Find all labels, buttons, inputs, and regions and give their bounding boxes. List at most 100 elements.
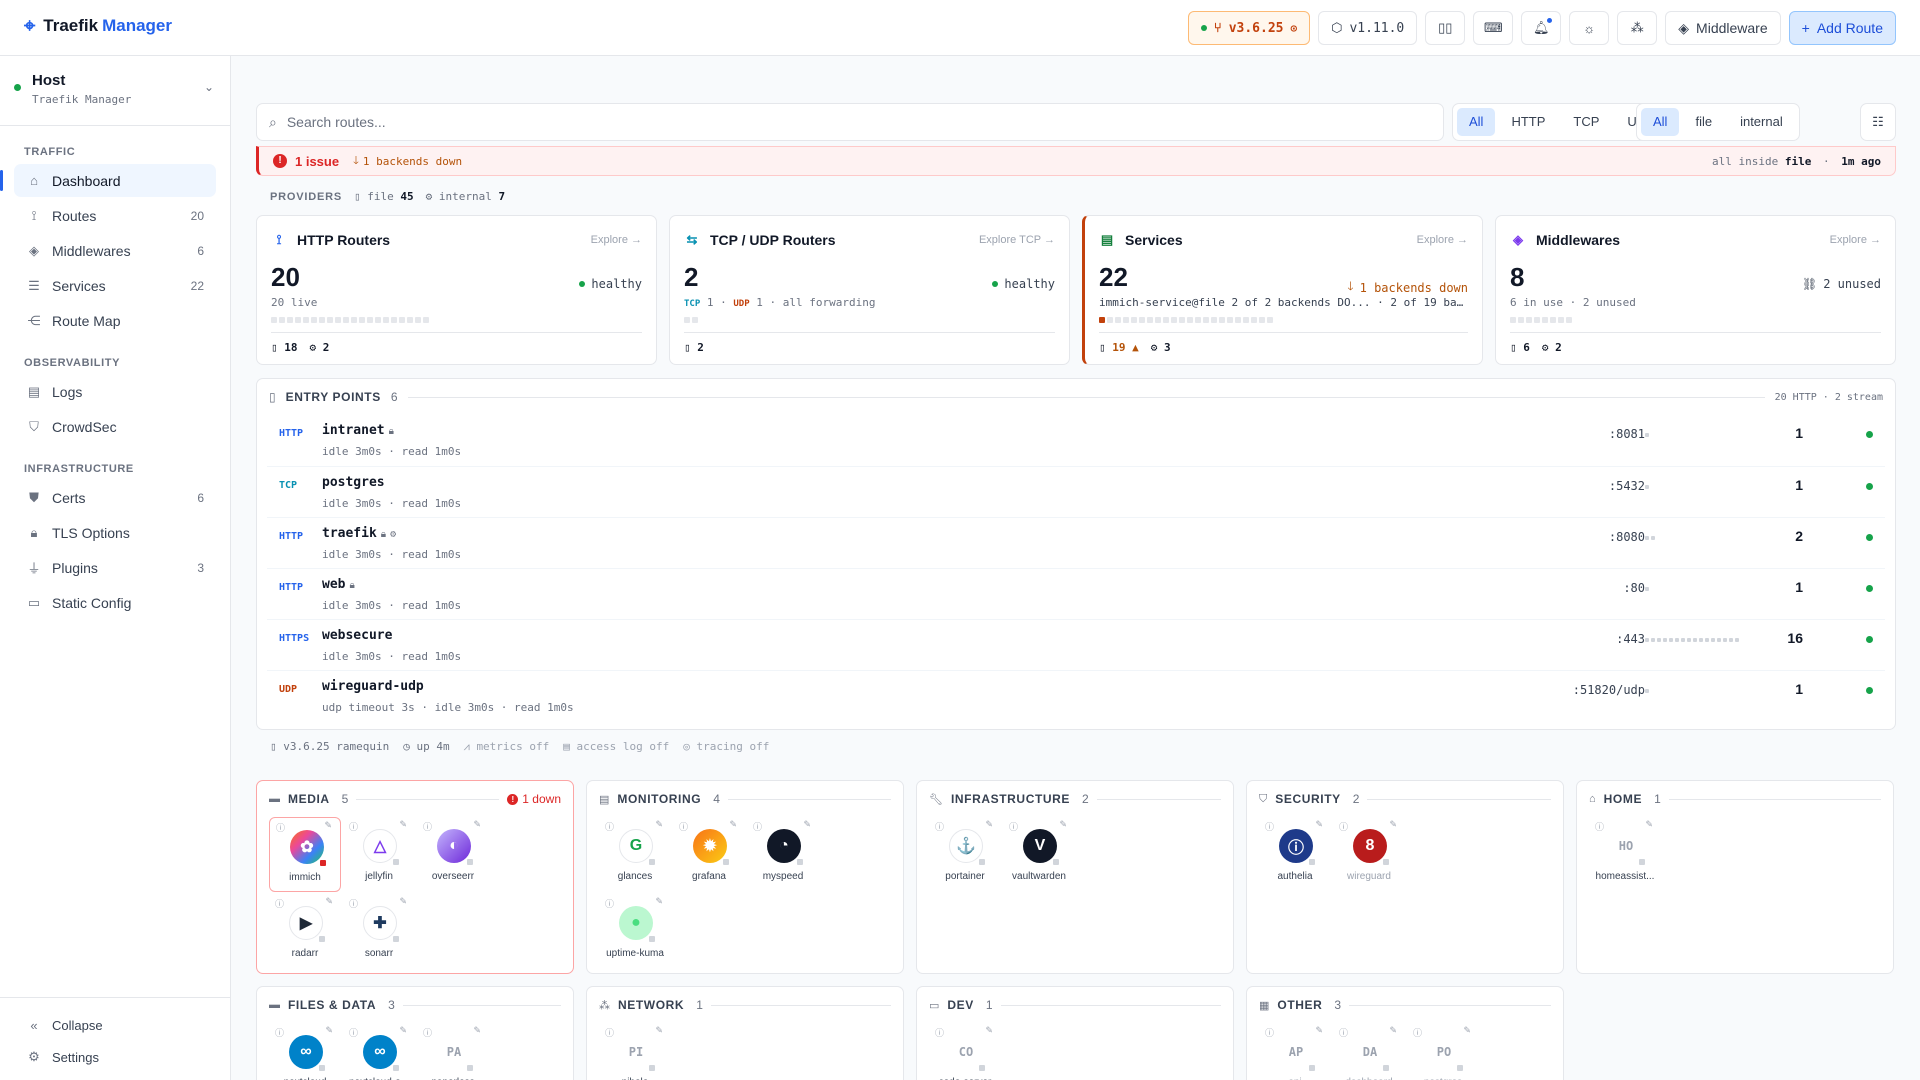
service-tile[interactable]: ⓘ ✎ △ jellyfin: [343, 817, 415, 892]
docs-button[interactable]: ▯▯: [1425, 11, 1466, 45]
edit-icon[interactable]: ✎: [655, 896, 663, 907]
info-icon[interactable]: ⓘ: [423, 1026, 432, 1039]
sidebar-item-certs[interactable]: ⛊ Certs 6: [14, 481, 216, 514]
sidebar-item-crowdsec[interactable]: ⛉ CrowdSec: [14, 410, 216, 443]
edit-icon[interactable]: ✎: [1389, 1025, 1397, 1036]
edit-icon[interactable]: ✎: [985, 819, 993, 830]
info-icon[interactable]: ⓘ: [605, 820, 614, 833]
edit-icon[interactable]: ✎: [325, 1025, 333, 1036]
host-selector[interactable]: Host Traefik Manager ⌄: [0, 56, 230, 126]
edit-icon[interactable]: ✎: [1389, 819, 1397, 830]
explore-link[interactable]: Explore →: [1417, 234, 1468, 246]
filter-protocol-http[interactable]: HTTP: [1499, 108, 1557, 136]
info-icon[interactable]: ⓘ: [349, 820, 358, 833]
service-tile[interactable]: ⓘ✎DAdashboard: [1333, 1023, 1405, 1080]
entry-point-row[interactable]: HTTP intranet 🔒︎ idle 3m0s · read 1m0s:8081…: [267, 415, 1885, 466]
service-tile[interactable]: ⓘ ✎ ● uptime-kuma: [599, 894, 671, 969]
service-tile[interactable]: ⓘ ✎ 8 wireguard: [1333, 817, 1405, 892]
entry-point-row[interactable]: HTTPS websecure idle 3m0s · read 1m0s:443 1…: [267, 619, 1885, 670]
filter-settings-button[interactable]: ☷: [1860, 103, 1896, 141]
service-tile[interactable]: ⓘ✎∞nextcloud: [269, 1023, 341, 1080]
edit-icon[interactable]: ✎: [399, 1025, 407, 1036]
brand[interactable]: ⌖ Traefik Manager: [24, 16, 172, 36]
service-tile[interactable]: ⓘ ✎ ✿ immich: [269, 817, 341, 892]
edit-icon[interactable]: ✎: [1059, 819, 1067, 830]
edit-icon[interactable]: ✎: [399, 819, 407, 830]
service-tile[interactable]: ⓘ ✎ ◔ myspeed: [747, 817, 819, 892]
search-input[interactable]: ⌕ Search routes...: [256, 103, 1444, 141]
topology-button[interactable]: ⁂: [1617, 11, 1658, 45]
info-icon[interactable]: ⓘ: [1595, 820, 1604, 833]
service-tile[interactable]: ⓘ✎PApaperless: [417, 1023, 489, 1080]
edit-icon[interactable]: ✎: [655, 1025, 663, 1036]
notifications-button[interactable]: 🔔︎: [1521, 11, 1562, 45]
info-icon[interactable]: ⓘ: [1265, 820, 1274, 833]
info-icon[interactable]: ⓘ: [275, 1026, 284, 1039]
entry-point-row[interactable]: HTTP traefik 🔒︎ ⚙ idle 3m0s · read 1m0s:8080…: [267, 517, 1885, 568]
sidebar-item-middlewares[interactable]: ◈ Middlewares 6: [14, 234, 216, 267]
edit-icon[interactable]: ✎: [324, 820, 332, 831]
edit-icon[interactable]: ✎: [1463, 1025, 1471, 1036]
service-tile[interactable]: ⓘ✎∞nextcloud-o...: [343, 1023, 415, 1080]
traefik-version-badge[interactable]: ⑂ v3.6.25 ⊙: [1187, 11, 1311, 45]
info-icon[interactable]: ⓘ: [1339, 820, 1348, 833]
middlewares-card[interactable]: ◈ Middlewares Explore → 8 ⛓ 2 unused 6 in…: [1495, 215, 1896, 365]
issue-banner[interactable]: ! 1 issue 🡓 1 backends down all inside f…: [256, 146, 1896, 176]
edit-icon[interactable]: ✎: [655, 819, 663, 830]
sidebar-item-routes[interactable]: ⟟ Routes 20: [14, 199, 216, 232]
service-tile[interactable]: ⓘ ✎ Vvaultwarden: [1003, 817, 1075, 892]
entry-point-row[interactable]: TCP postgres idle 3m0s · read 1m0s:5432 1: [267, 466, 1885, 517]
service-tile[interactable]: ⓘ ✎ ✹ grafana: [673, 817, 745, 892]
info-icon[interactable]: ⓘ: [679, 820, 688, 833]
tcp-udp-routers-card[interactable]: ⇆ TCP / UDP Routers Explore TCP → 2 heal…: [669, 215, 1070, 365]
service-tile[interactable]: ⓘ✎PIpihole: [599, 1023, 671, 1080]
service-tile[interactable]: ⓘ ✎ ⚓ portainer: [929, 817, 1001, 892]
info-icon[interactable]: ⓘ: [935, 1026, 944, 1039]
explore-link[interactable]: Explore TCP →: [979, 234, 1055, 246]
provider-internal[interactable]: ⚙ internal 7: [426, 190, 505, 203]
edit-icon[interactable]: ✎: [1315, 819, 1323, 830]
edit-icon[interactable]: ✎: [803, 819, 811, 830]
sidebar-item-dashboard[interactable]: ⌂ Dashboard: [0, 164, 216, 197]
info-icon[interactable]: ⓘ: [276, 821, 285, 834]
edit-icon[interactable]: ✎: [473, 1025, 481, 1036]
service-tile[interactable]: ⓘ ✎ HO homeassist...: [1589, 817, 1661, 892]
info-icon[interactable]: ⓘ: [935, 820, 944, 833]
http-routers-card[interactable]: ⟟ HTTP Routers Explore → 20 healthy 20 l…: [256, 215, 657, 365]
info-icon[interactable]: ⓘ: [753, 820, 762, 833]
service-tile[interactable]: ⓘ✎APapi: [1259, 1023, 1331, 1080]
info-icon[interactable]: ⓘ: [1339, 1026, 1348, 1039]
collapse-button[interactable]: « Collapse: [14, 1010, 216, 1040]
edit-icon[interactable]: ✎: [473, 819, 481, 830]
sidebar-item-services[interactable]: ☰ Services 22: [14, 269, 216, 302]
keyboard-button[interactable]: ⌨: [1473, 11, 1514, 45]
edit-icon[interactable]: ✎: [985, 1025, 993, 1036]
filter-provider-file[interactable]: file: [1683, 108, 1724, 136]
edit-icon[interactable]: ✎: [1645, 819, 1653, 830]
service-tile[interactable]: ⓘ ✎ ⓘ authelia: [1259, 817, 1331, 892]
sidebar-item-plugins[interactable]: ⏚ Plugins 3: [14, 551, 216, 584]
info-icon[interactable]: ⓘ: [1265, 1026, 1274, 1039]
sidebar-item-static-config[interactable]: ▭ Static Config: [14, 586, 216, 619]
entry-point-row[interactable]: HTTP web 🔒︎ idle 3m0s · read 1m0s:80 1: [267, 568, 1885, 619]
filter-provider-internal[interactable]: internal: [1728, 108, 1795, 136]
info-icon[interactable]: ⓘ: [349, 1026, 358, 1039]
edit-icon[interactable]: ✎: [729, 819, 737, 830]
add-route-button[interactable]: + Add Route: [1788, 11, 1896, 45]
info-icon[interactable]: ⓘ: [605, 897, 614, 910]
service-tile[interactable]: ⓘ✎POpostgres: [1407, 1023, 1479, 1080]
edit-icon[interactable]: ✎: [1315, 1025, 1323, 1036]
info-icon[interactable]: ⓘ: [275, 897, 284, 910]
sidebar-item-logs[interactable]: ▤ Logs: [14, 375, 216, 408]
service-tile[interactable]: ⓘ ✎ ✚ sonarr: [343, 894, 415, 969]
info-icon[interactable]: ⓘ: [1009, 820, 1018, 833]
sidebar-item-tls-options[interactable]: 🔒︎ TLS Options: [14, 516, 216, 549]
service-tile[interactable]: ⓘ ✎ ◐ overseerr: [417, 817, 489, 892]
edit-icon[interactable]: ✎: [399, 896, 407, 907]
entry-point-row[interactable]: UDP wireguard-udp udp timeout 3s · idle 3m…: [267, 670, 1885, 721]
info-icon[interactable]: ⓘ: [423, 820, 432, 833]
service-tile[interactable]: ⓘ✎COcode-server: [929, 1023, 1001, 1080]
manager-version-badge[interactable]: ⬡ v1.11.0: [1318, 11, 1418, 45]
theme-toggle-button[interactable]: ☼: [1569, 11, 1610, 45]
filter-provider-all[interactable]: All: [1641, 108, 1680, 136]
